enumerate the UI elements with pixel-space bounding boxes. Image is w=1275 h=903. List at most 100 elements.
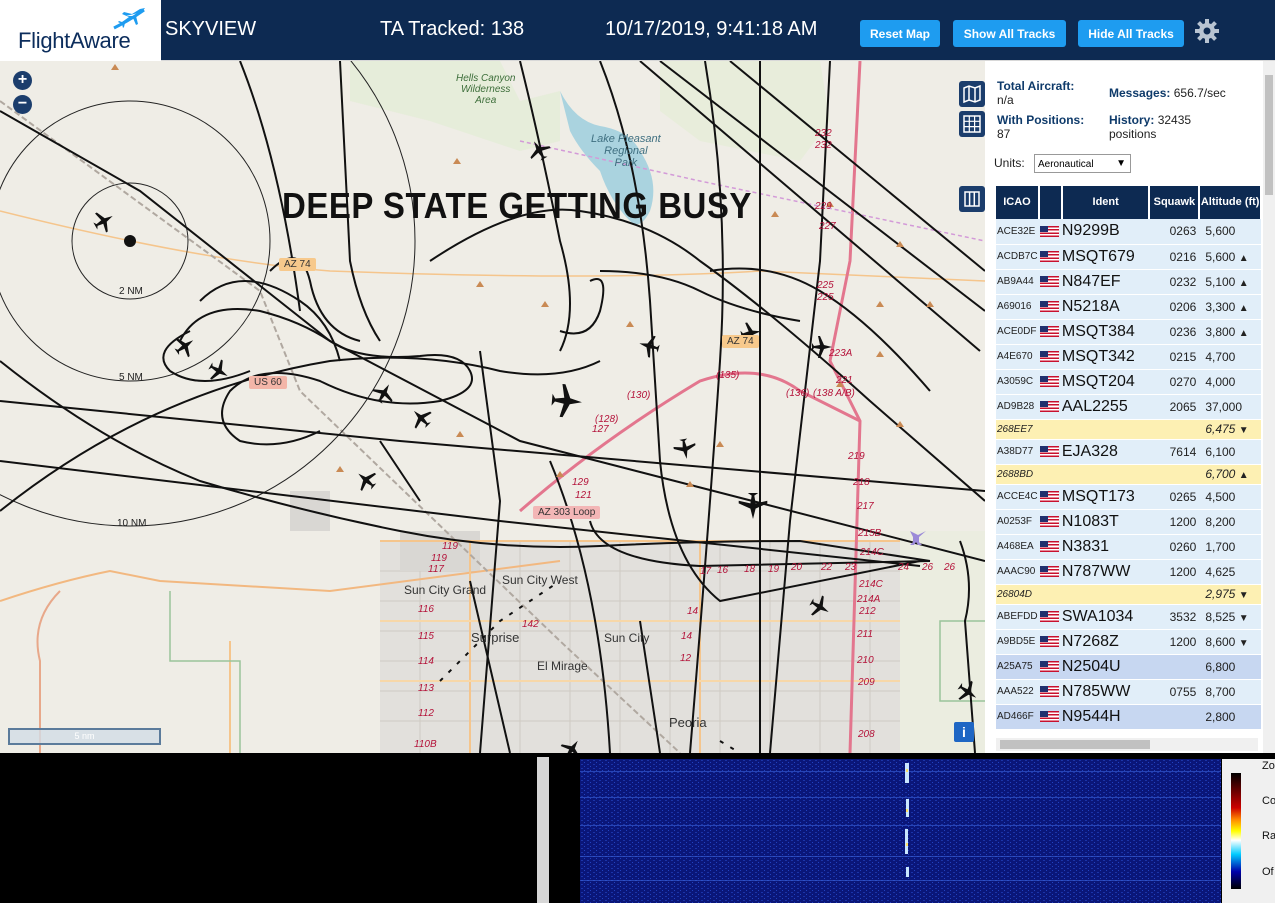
table-row[interactable]: ACE32E N9299B 0263 5,600 [996,219,1261,245]
table-row[interactable]: A69016 N5218A 0206 3,300 ▲ [996,294,1261,320]
table-row[interactable]: AD466F N9544H 2,800 [996,704,1261,730]
zoom-control-label: Zo [1262,760,1275,772]
column-header-flag[interactable] [1038,186,1063,219]
altitude-value: 8,600 [1205,634,1236,649]
column-header-icao[interactable]: ICAO [996,186,1040,219]
flag-cell [1038,629,1062,655]
table-row[interactable]: A38D77 EJA328 7614 6,100 [996,439,1261,465]
table-row[interactable]: A3059C MSQT204 0270 4,000 [996,369,1261,395]
map-canvas [0,61,985,753]
flightaware-logo[interactable]: FlightAware [0,0,161,61]
columns-toggle-button[interactable] [959,186,985,212]
cell-squawk: 1200 [1149,509,1200,535]
zoom-in-button[interactable]: + [13,71,32,90]
table-row[interactable]: A4E670 MSQT342 0215 4,700 [996,344,1261,370]
table-row[interactable]: A25A75 N2504U 6,800 [996,654,1261,680]
altitude-value: 5,100 [1205,274,1236,289]
flag-cell [1038,534,1062,560]
map-view[interactable]: Hells Canyon Wilderness Area Lake Pleasa… [0,61,985,753]
cell-altitude: 4,000 [1199,369,1261,395]
cell-icao: A4E670 [996,344,1039,370]
table-row[interactable]: 26804D 2,975 ▼ [996,584,1261,605]
cell-altitude: 8,525 ▼ [1199,604,1261,630]
hide-all-tracks-button[interactable]: Hide All Tracks [1078,20,1184,47]
table-row[interactable]: AAAC90 N787WW 1200 4,625 [996,559,1261,585]
zoom-out-button[interactable]: − [13,95,32,114]
table-row[interactable]: AAA522 N785WW 0755 8,700 [996,679,1261,705]
table-row[interactable]: A9BD5E N7268Z 1200 8,600 ▼ [996,629,1261,655]
units-select[interactable]: Aeronautical ▼ [1034,154,1131,173]
route-label: 212 [859,606,876,617]
cell-icao: ACE0DF [996,319,1039,345]
altitude-trend-icon: ▼ [1238,425,1249,436]
map-icon [963,84,981,104]
route-label: 26 [922,562,934,573]
panel-splitter[interactable] [537,757,549,903]
cell-squawk [1149,419,1200,440]
aircraft-table: ICAO Ident Squawk Altitude (ft) ACE32E N9… [996,186,1262,730]
map-layers-button[interactable] [959,81,985,107]
us-flag-icon [1039,565,1059,577]
table-row[interactable]: ACDB7C MSQT679 0216 5,600 ▲ [996,244,1261,270]
table-row[interactable]: ACE0DF MSQT384 0236 3,800 ▲ [996,319,1261,345]
info-button[interactable]: i [954,722,974,742]
route-label: 215B [858,528,882,539]
cell-icao: ACCE4C [996,484,1039,510]
altitude-value: 4,500 [1205,489,1236,504]
table-row[interactable]: 268EE7 6,475 ▼ [996,419,1261,440]
waterfall-display[interactable] [580,759,1221,903]
shield-us60: US 60 [249,376,287,389]
cell-icao: A9BD5E [996,629,1039,655]
cell-altitude: 4,700 [1199,344,1261,370]
scrollbar-thumb[interactable] [1000,740,1150,749]
altitude-trend-icon: ▼ [1238,612,1249,624]
table-row[interactable]: ABEFDD SWA1034 3532 8,525 ▼ [996,604,1261,630]
column-header-squawk[interactable]: Squawk [1149,186,1201,219]
messages-label: Messages: [1109,86,1171,100]
total-aircraft-stat: Total Aircraft: n/a [997,79,1074,107]
datetime: 10/17/2019, 9:41:18 AM [605,18,818,40]
cell-ident: MSQT679 [1061,244,1150,270]
table-horizontal-scrollbar[interactable] [996,738,1258,751]
route-label: 227 [819,221,836,232]
altitude-trend-icon: ▲ [1238,302,1249,314]
cell-ident: N7268Z [1061,629,1150,655]
show-all-tracks-button[interactable]: Show All Tracks [953,20,1066,47]
cell-ident: N1083T [1061,509,1150,535]
flag-cell [1038,604,1062,630]
table-row[interactable]: AD9B28 AAL2255 2065 37,000 [996,394,1261,420]
altitude-value: 3,800 [1205,324,1236,339]
cell-altitude: 3,800 ▲ [1199,319,1261,345]
shield-az74-b: AZ 74 [722,335,759,348]
aircraft-table-body: ACE32E N9299B 0263 5,600 ACDB7C MSQT679 0216 5… [996,219,1261,730]
altitude-value: 8,200 [1205,514,1236,529]
table-row[interactable]: ACCE4C MSQT173 0265 4,500 [996,484,1261,510]
route-label: 232 [815,128,832,139]
cell-icao: AAA522 [996,679,1039,705]
grid-toggle-button[interactable] [959,111,985,137]
skyview-window: FlightAware SKYVIEW TA Tracked: 138 10/1… [0,0,1275,903]
route-label: 117 [428,564,444,575]
table-row[interactable]: AB9A44 N847EF 0232 5,100 ▲ [996,269,1261,295]
reset-map-button[interactable]: Reset Map [860,20,940,47]
altitude-trend-icon: ▲ [1238,277,1249,289]
history-value: 32435 [1157,113,1192,127]
table-row[interactable]: A468EA N3831 0260 1,700 [996,534,1261,560]
altitude-value: 6,475 [1205,422,1236,436]
column-header-ident[interactable]: Ident [1061,186,1151,219]
route-label: 232 [815,140,832,151]
sidebar-vertical-scrollbar[interactable] [1263,61,1275,753]
us-flag-icon [1039,275,1059,287]
scrollbar-thumb[interactable] [1265,75,1273,195]
altitude-value: 6,700 [1205,467,1236,481]
table-row[interactable]: 2688BD 6,700 ▲ [996,464,1261,485]
route-label: 221 [836,375,853,386]
column-header-altitude[interactable]: Altitude (ft) [1199,186,1262,219]
label-lake-pleasant: Lake Pleasant Regional Park [591,133,661,169]
gear-icon[interactable] [1193,17,1221,45]
logo-text: FlightAware [18,28,131,53]
altitude-value: 2,975 [1205,587,1236,601]
us-flag-icon [1039,635,1059,647]
table-row[interactable]: A0253F N1083T 1200 8,200 [996,509,1261,535]
route-label: 142 [522,619,539,630]
